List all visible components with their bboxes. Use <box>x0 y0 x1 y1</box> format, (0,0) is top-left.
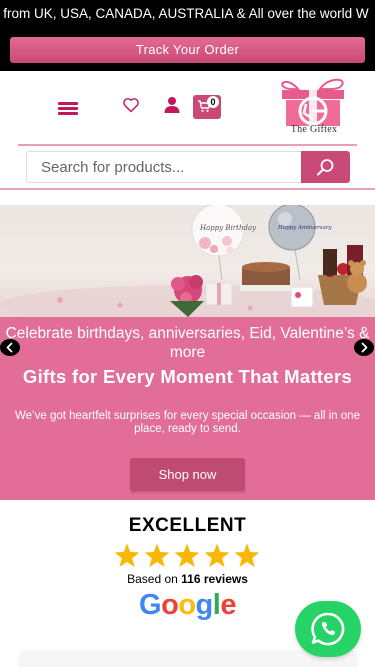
site-header: 0 The Giftex <box>0 71 375 147</box>
star-icon <box>114 543 140 568</box>
announcement-text: n from UK, USA, CANADA, AUSTRALIA & All … <box>0 6 369 21</box>
search-button[interactable] <box>301 151 350 183</box>
cart-count-badge: 0 <box>207 96 219 108</box>
announcement-marquee: n from UK, USA, CANADA, AUSTRALIA & All … <box>0 6 375 26</box>
review-count: 116 reviews <box>181 572 248 586</box>
search-icon <box>317 159 334 176</box>
hero-title: Gifts for Every Moment That Matters <box>22 366 353 387</box>
star-icon <box>144 543 170 568</box>
balloon-text-birthday: Happy Birthday <box>199 224 257 232</box>
review-rating-label: EXCELLENT <box>128 515 247 536</box>
based-on-prefix: Based on <box>127 572 178 586</box>
whatsapp-icon <box>311 612 345 646</box>
hero-section: Celebrate birthdays, anniversaries, Eid,… <box>0 317 375 500</box>
google-logo-letter: g <box>195 589 214 621</box>
google-logo-letter: o <box>178 589 196 621</box>
whatsapp-chat-button[interactable] <box>295 601 361 657</box>
header-divider <box>18 144 357 146</box>
hero-subtitle: We’ve got heartfelt surprises for every … <box>15 410 360 435</box>
google-logo-letter: o <box>161 589 179 621</box>
search-bar <box>26 151 350 183</box>
reviews-based-on: Based on 116 reviews <box>0 572 375 586</box>
announcement-bar: n from UK, USA, CANADA, AUSTRALIA & All … <box>0 0 375 71</box>
gift-collage-illustration: Happy Birthday Happy Anniversary <box>0 205 375 317</box>
carousel-next-button[interactable] <box>354 339 374 356</box>
rating-stars <box>114 543 260 568</box>
carousel-prev-button[interactable] <box>0 339 20 356</box>
star-icon <box>174 543 200 568</box>
balloon-text-anniversary: Happy Anniversary <box>277 225 333 231</box>
hero-banner-image: Happy Birthday Happy Anniversary <box>0 205 375 317</box>
track-order-button[interactable]: Track Your Order <box>10 37 365 63</box>
shop-now-button[interactable]: Shop now <box>130 458 245 491</box>
heart-icon[interactable] <box>122 97 140 113</box>
page: n from UK, USA, CANADA, AUSTRALIA & All … <box>0 0 375 667</box>
star-icon <box>204 543 230 568</box>
chevron-right-icon <box>361 342 368 353</box>
logo-text: The Giftex <box>290 124 338 135</box>
google-logo-letter: G <box>139 589 162 621</box>
chevron-left-icon <box>6 342 13 353</box>
star-icon <box>234 543 260 568</box>
hero-occasions-text: Celebrate birthdays, anniversaries, Eid,… <box>5 325 370 361</box>
search-divider <box>0 188 375 190</box>
hamburger-menu-icon[interactable] <box>58 101 80 115</box>
google-logo-letter: e <box>220 589 236 621</box>
user-icon[interactable] <box>164 96 180 114</box>
search-input[interactable] <box>27 152 301 182</box>
